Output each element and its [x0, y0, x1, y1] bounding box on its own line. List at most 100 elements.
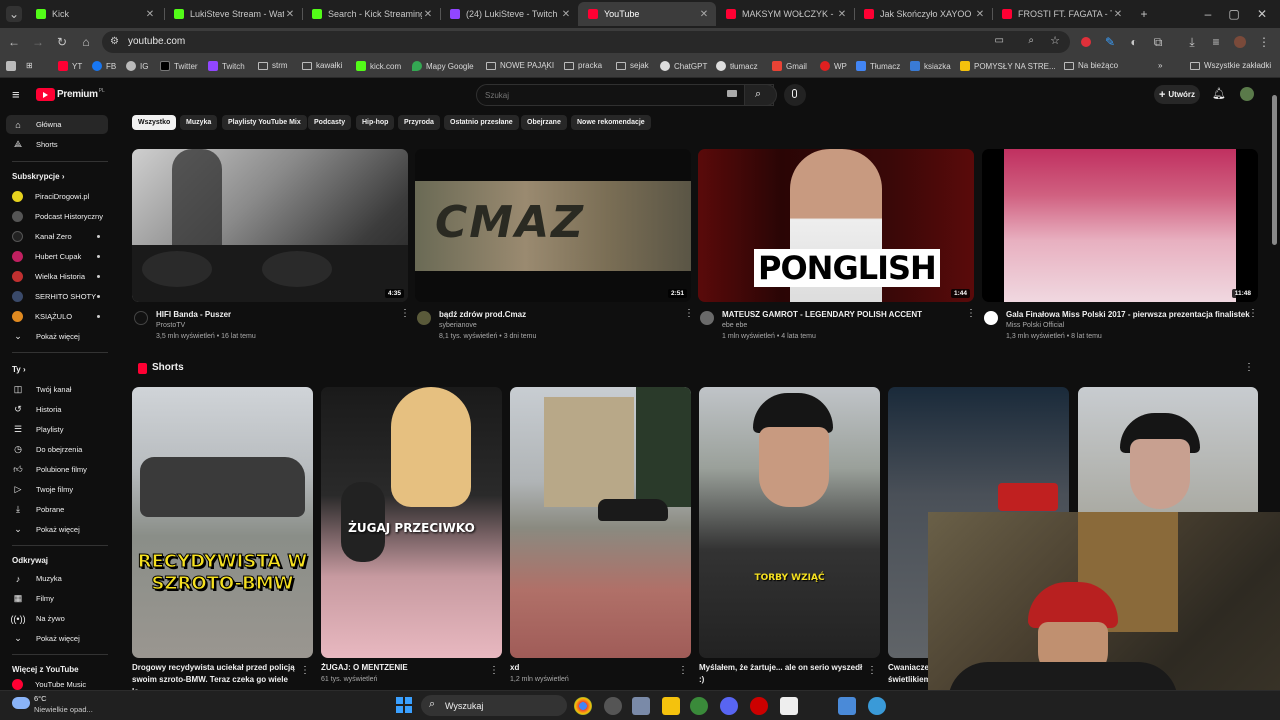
- more-options-icon[interactable]: ⋮: [867, 665, 877, 676]
- notepad-icon[interactable]: [838, 697, 856, 715]
- bookmark-item[interactable]: YT: [58, 61, 82, 71]
- sidebar-item-shorts[interactable]: ⟁ Shorts: [6, 135, 108, 154]
- bookmark-folder[interactable]: sejak: [616, 61, 649, 70]
- zoom-icon[interactable]: ⌕: [1028, 35, 1034, 46]
- chip[interactable]: Playlisty YouTube Mix: [222, 115, 307, 130]
- bookmark-folder[interactable]: NOWE PAJĄKI: [486, 61, 554, 70]
- menu-icon[interactable]: ⋮: [1256, 34, 1272, 50]
- sidebar-item-subscription[interactable]: PiraciDrogowi.pl: [6, 187, 108, 206]
- chip[interactable]: Ostatnio przesłane: [444, 115, 519, 130]
- browser-tab[interactable]: FROSTI FT. FAGATA - TOX✕: [992, 2, 1130, 26]
- maximize-icon[interactable]: ▢: [1226, 6, 1242, 22]
- discord-icon[interactable]: [720, 697, 738, 715]
- app-icon[interactable]: [604, 697, 622, 715]
- channel-avatar[interactable]: [984, 311, 998, 325]
- channel-name[interactable]: ProstoTV: [156, 322, 185, 329]
- video-thumbnail[interactable]: PONGLISH 1:44: [698, 149, 974, 302]
- close-icon[interactable]: ✕: [144, 9, 156, 20]
- cast-icon[interactable]: ▭: [995, 35, 1004, 46]
- minimize-icon[interactable]: –: [1200, 6, 1216, 22]
- sidebar-item-home[interactable]: ⌂ Główna: [6, 115, 108, 134]
- all-bookmarks[interactable]: Wszystkie zakładki: [1190, 61, 1271, 70]
- back-icon[interactable]: ←: [6, 34, 22, 50]
- short-title[interactable]: Myślałem, że żartuje... ale on serio wys…: [699, 662, 863, 686]
- account-avatar[interactable]: [1240, 87, 1254, 101]
- bookmark-item[interactable]: Tłumacz: [856, 61, 900, 71]
- channel-avatar[interactable]: [700, 311, 714, 325]
- apps-icon[interactable]: ⊞: [26, 61, 33, 70]
- address-bar[interactable]: ⚙ youtube.com ▭ ⌕ ☆: [102, 31, 1070, 53]
- video-title[interactable]: MATEUSZ GAMROT - LEGENDARY POLISH ACCENT: [722, 310, 922, 319]
- new-tab-icon[interactable]: +: [1136, 6, 1152, 22]
- scrollbar[interactable]: [1272, 95, 1277, 245]
- more-options-icon[interactable]: ⋮: [1244, 362, 1254, 373]
- close-icon[interactable]: ✕: [836, 9, 848, 20]
- sidebar-show-more[interactable]: ⌄ Pokaż więcej: [6, 327, 108, 346]
- media-icon[interactable]: ≡: [1208, 34, 1224, 50]
- bookmark-item[interactable]: tłumacz: [716, 61, 758, 71]
- bookmark-item[interactable]: kick.com: [356, 61, 401, 71]
- bookmark-star-icon[interactable]: ☆: [1050, 34, 1060, 47]
- browser-tab[interactable]: Jak Skończyło XAYOO INE✕: [854, 2, 992, 26]
- sidebar-item-watch-later[interactable]: ◷ Do obejrzenia: [6, 440, 108, 459]
- site-info-icon[interactable]: ⚙: [110, 36, 119, 47]
- more-options-icon[interactable]: ⋮: [966, 308, 976, 319]
- more-options-icon[interactable]: ⋮: [684, 308, 694, 319]
- file-explorer-icon[interactable]: [662, 697, 680, 715]
- close-icon[interactable]: ✕: [1112, 9, 1124, 20]
- more-options-icon[interactable]: ⋮: [489, 665, 499, 676]
- bookmark-item[interactable]: FB: [92, 61, 116, 71]
- download-icon[interactable]: ⤓: [1184, 34, 1200, 50]
- bookmark-item[interactable]: Gmail: [772, 61, 807, 71]
- hamburger-menu-icon[interactable]: ≡: [12, 88, 20, 101]
- more-options-icon[interactable]: ⋮: [400, 308, 410, 319]
- bookmark-folder[interactable]: kawałki: [302, 61, 342, 70]
- bookmark-page-icon[interactable]: [6, 61, 20, 71]
- close-icon[interactable]: ✕: [974, 9, 986, 20]
- sidebar-item-subscription[interactable]: Podcast Historyczny: [6, 207, 108, 226]
- opera-icon[interactable]: [750, 697, 768, 715]
- more-options-icon[interactable]: ⋮: [678, 665, 688, 676]
- you-heading[interactable]: Ty ›: [12, 365, 26, 374]
- sidebar-item-youtube-music[interactable]: YouTube Music: [6, 678, 108, 690]
- home-icon[interactable]: ⌂: [78, 34, 94, 50]
- bookmark-folder[interactable]: pracka: [564, 61, 602, 70]
- subscriptions-heading[interactable]: Subskrypcje ›: [12, 172, 64, 181]
- sidebar-item-downloads[interactable]: ⤓ Pobrane: [6, 500, 108, 519]
- channel-name[interactable]: ebe ebe: [722, 322, 747, 329]
- sidebar-item-history[interactable]: ↺ Historia: [6, 400, 108, 419]
- bookmark-item[interactable]: IG: [126, 61, 148, 71]
- profile-avatar[interactable]: [1232, 34, 1248, 50]
- more-options-icon[interactable]: ⋮: [300, 665, 310, 676]
- sidebar-item-liked[interactable]: 👍︎ Polubione filmy: [6, 460, 108, 479]
- sidebar-item-films[interactable]: ▦ Filmy: [6, 589, 108, 608]
- video-thumbnail[interactable]: 4:35: [132, 149, 408, 302]
- weather-icon[interactable]: [12, 697, 30, 709]
- channel-name[interactable]: syberianove: [439, 322, 477, 329]
- video-title[interactable]: Gala Finałowa Miss Polski 2017 - pierwsz…: [1006, 310, 1250, 319]
- chip[interactable]: Przyroda: [398, 115, 440, 130]
- voice-search-button[interactable]: [784, 84, 806, 106]
- browser-tab[interactable]: LukiSteve Stream - Watch ✕: [164, 2, 302, 26]
- bookmark-item[interactable]: ksiazka: [910, 61, 951, 71]
- extension-record-icon[interactable]: [1078, 34, 1094, 50]
- video-thumbnail[interactable]: CMAZ 2:51: [415, 149, 691, 302]
- short-thumbnail[interactable]: ŻUGAJ PRZECIWKO: [321, 387, 502, 658]
- sidebar-item-live[interactable]: ((•)) Na żywo: [6, 609, 108, 628]
- search-box[interactable]: [476, 84, 774, 106]
- sidebar-item-subscription[interactable]: Kanał Zero: [6, 227, 108, 246]
- chrome-icon[interactable]: [574, 697, 592, 715]
- windows-start-icon[interactable]: [396, 697, 412, 713]
- keyboard-icon[interactable]: [727, 90, 737, 97]
- browser-tab-active[interactable]: YouTube ✕: [578, 2, 716, 26]
- short-thumbnail[interactable]: RECYDYWISTA W SZROTO-BMW: [132, 387, 313, 658]
- app-icon[interactable]: [868, 697, 886, 715]
- bookmark-item[interactable]: WP: [820, 61, 847, 71]
- sidebar-item-playlists[interactable]: ☰ Playlisty: [6, 420, 108, 439]
- browser-tab[interactable]: (24) LukiSteve - Twitch ✕: [440, 2, 578, 26]
- extension-icon[interactable]: ✎: [1102, 34, 1118, 50]
- sidebar-show-more[interactable]: ⌄ Pokaż więcej: [6, 520, 108, 539]
- close-icon[interactable]: ✕: [698, 9, 710, 20]
- browser-tab[interactable]: Search - Kick Streaming ✕: [302, 2, 440, 26]
- bookmark-item[interactable]: POMYSŁY NA STRE...: [960, 61, 1056, 71]
